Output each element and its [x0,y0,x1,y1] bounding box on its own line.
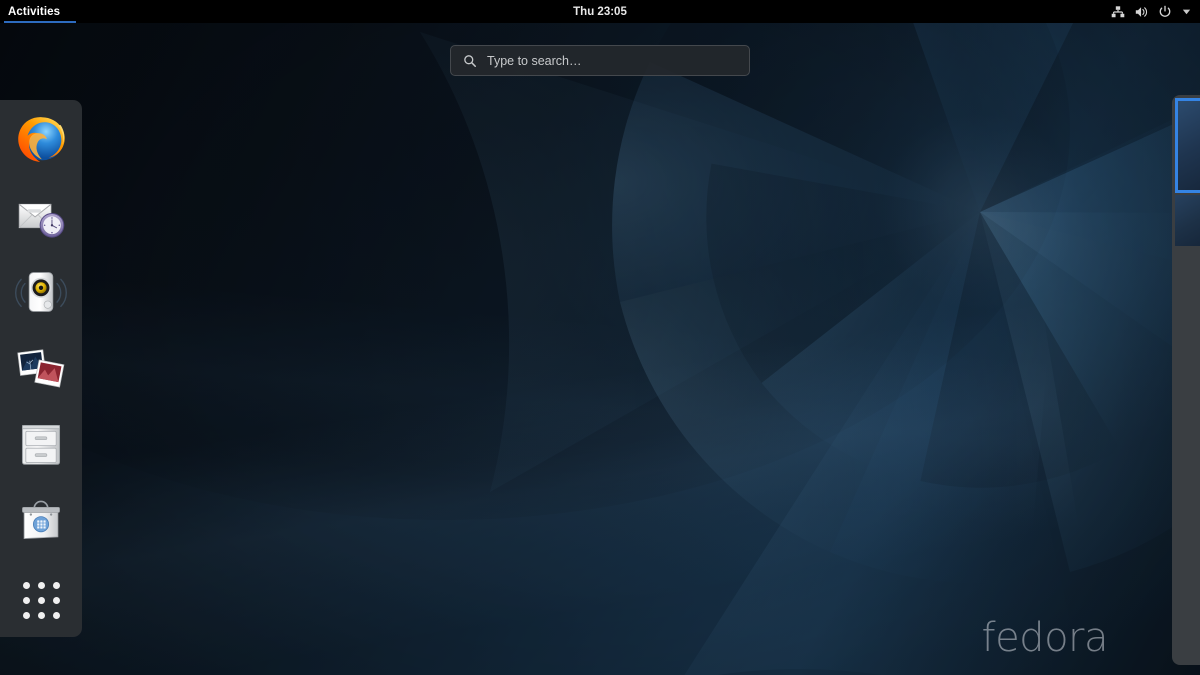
workspace-switcher [1172,95,1200,665]
grid-dot [53,597,60,604]
clock-area: Thu 23:05 [0,0,1200,23]
activities-button[interactable]: Activities [0,0,70,23]
clock-datetime-button[interactable]: Thu 23:05 [573,6,627,18]
search-placeholder-text: Type to search… [487,54,582,68]
app-grid-icon [23,582,60,619]
grid-dot [38,582,45,589]
grid-dot [38,597,45,604]
workspace-thumbnail-1[interactable] [1175,98,1200,193]
dash-item-files[interactable] [9,412,73,476]
grid-dot [53,582,60,589]
search-icon [463,54,477,68]
desktop-screen: fedora Activities Thu 23:05 [0,0,1200,675]
grid-dot [23,612,30,619]
activities-active-underline [4,21,76,23]
volume-icon[interactable] [1134,5,1149,19]
dash-item-rhythmbox[interactable] [9,260,73,324]
show-applications-button[interactable] [9,570,73,630]
workspace-thumbnail-2[interactable] [1175,195,1200,246]
overview-dim-layer [0,0,1200,675]
grid-dot [23,597,30,604]
fedora-watermark: fedora [981,615,1108,661]
system-status-menu[interactable] [1111,0,1196,23]
chevron-down-icon[interactable] [1181,6,1192,17]
top-bar: Activities Thu 23:05 [0,0,1200,23]
activities-label: Activities [8,6,60,18]
network-wired-icon[interactable] [1111,5,1125,19]
grid-dot [23,582,30,589]
power-icon[interactable] [1158,5,1172,19]
dash-item-evolution[interactable] [9,184,73,248]
dash-item-software[interactable] [9,488,73,552]
dash-item-firefox[interactable] [9,108,73,172]
dash-item-photos[interactable] [9,336,73,400]
grid-dot [53,612,60,619]
dash-dock [0,100,82,637]
grid-dot [38,612,45,619]
search-input[interactable]: Type to search… [450,45,750,76]
